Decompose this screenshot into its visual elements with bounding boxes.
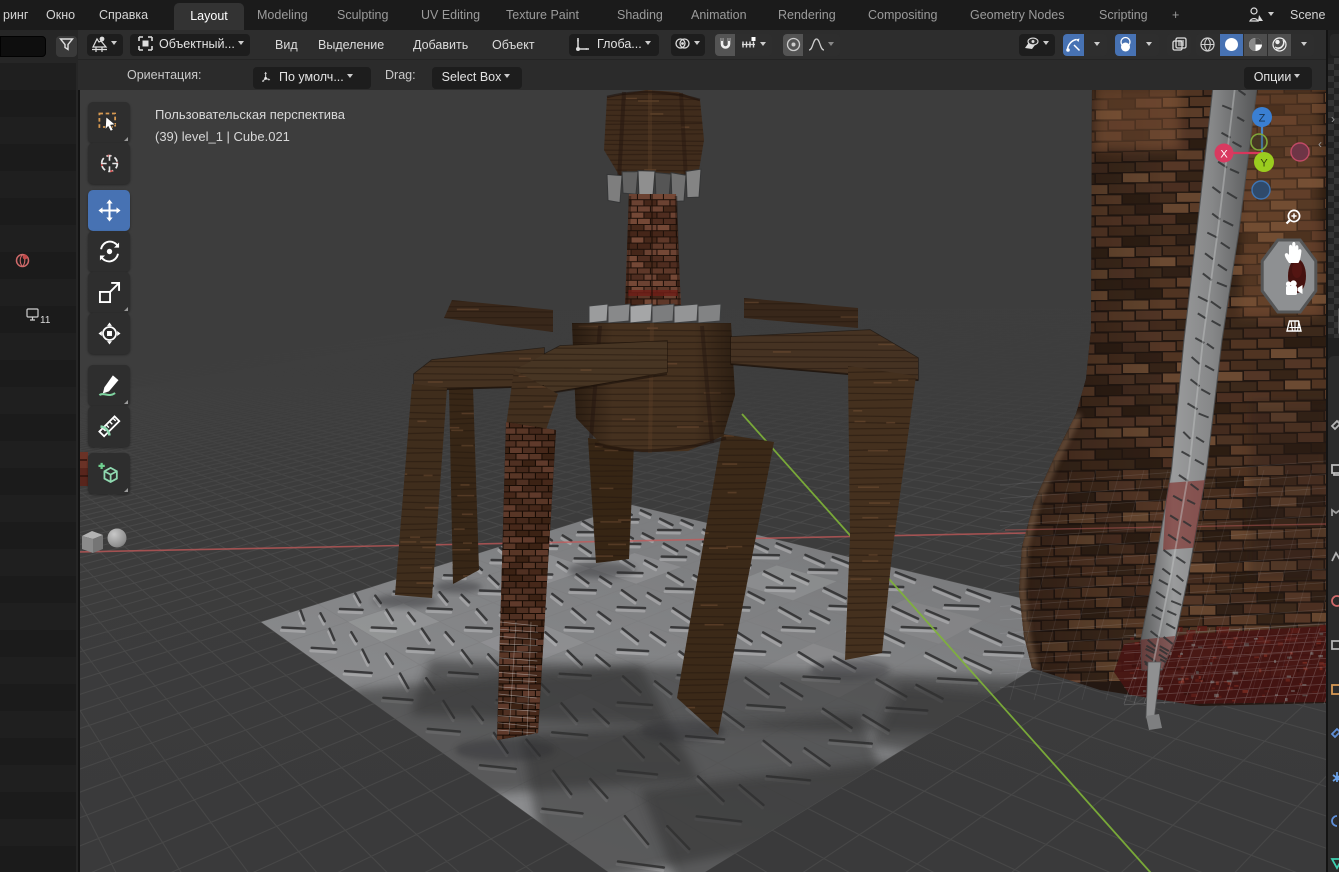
svg-text:Z: Z [1259,113,1266,125]
svg-text:(39) level_1 | Cube.021: (39) level_1 | Cube.021 [155,129,290,144]
svg-text:‹: ‹ [1318,137,1322,151]
svg-text:Y: Y [1260,158,1268,170]
svg-text:X: X [1220,149,1228,161]
svg-text:Пользовательская перспектива: Пользовательская перспектива [155,107,346,122]
